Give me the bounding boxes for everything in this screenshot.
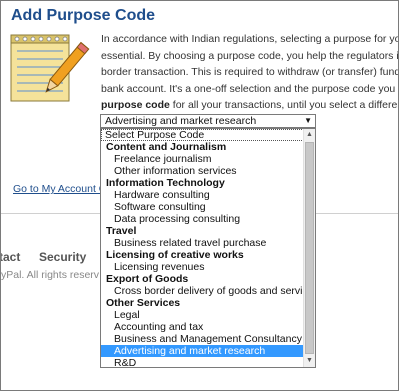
description-rest: for all your transactions, until you sel… xyxy=(172,99,398,111)
option-group-label: Content and Journalism xyxy=(106,141,227,153)
purpose-code-description: In accordance with Indian regulations, s… xyxy=(101,31,399,114)
option-group-label: Information Technology xyxy=(106,177,225,189)
notepad-pencil-icon xyxy=(10,34,90,102)
chevron-down-icon[interactable]: ▼ xyxy=(304,355,315,367)
option-item[interactable]: Advertising and market research xyxy=(101,345,304,357)
dropdown-arrow-icon[interactable]: ▼ xyxy=(304,115,312,127)
option-item[interactable]: Hardware consulting xyxy=(101,189,304,201)
option-item[interactable]: Software consulting xyxy=(101,201,304,213)
description-bold: purpose code xyxy=(101,99,170,111)
option-item[interactable]: Business and Management Consultancy xyxy=(101,333,304,345)
dropdown-scrollbar[interactable]: ▲ ▼ xyxy=(303,129,315,367)
option-group-label: Other Services xyxy=(106,297,181,309)
option-item[interactable]: Business related travel purchase xyxy=(101,237,304,249)
purpose-code-dropdown-list[interactable]: Select Purpose Code Content and Journalis… xyxy=(100,128,316,368)
options-container: Select Purpose Code Content and Journalis… xyxy=(101,129,315,367)
option-group-label: Travel xyxy=(106,225,137,237)
description-line: bank account. It's a one-off selection a… xyxy=(101,82,398,95)
go-to-my-account-link[interactable]: Go to My Account Ov xyxy=(13,183,101,195)
option-placeholder[interactable]: Select Purpose Code xyxy=(101,129,304,141)
option-item[interactable]: Accounting and tax xyxy=(101,321,304,333)
purpose-code-window: Go to My Account Ov tact Security yPal. … xyxy=(0,0,399,391)
dialog-title: Add Purpose Code xyxy=(11,7,156,24)
option-item[interactable]: Freelance journalism xyxy=(101,153,304,165)
option-group-label: Export of Goods xyxy=(106,273,189,285)
scrollbar-thumb[interactable] xyxy=(305,142,314,354)
copyright-text: yPal. All rights reserv xyxy=(1,269,100,281)
chevron-up-icon[interactable]: ▲ xyxy=(304,129,315,141)
description-line: purpose code for all your transactions, … xyxy=(101,97,398,114)
option-group-label: Licensing of creative works xyxy=(106,249,244,261)
option-item[interactable]: Legal xyxy=(101,309,304,321)
option-item[interactable]: Licensing revenues xyxy=(101,261,304,273)
option-item[interactable]: Cross border delivery of goods and servi… xyxy=(101,285,315,297)
select-value: Advertising and market research xyxy=(105,115,257,127)
option-item[interactable]: Other information services xyxy=(101,165,304,177)
footer-contact-link[interactable]: tact xyxy=(1,250,20,264)
description-line: border transaction. This is required to … xyxy=(101,66,399,78)
footer-security-link[interactable]: Security xyxy=(39,250,86,264)
purpose-code-select[interactable]: Advertising and market research ▼ xyxy=(100,114,316,128)
description-line: essential. By choosing a purpose code, y… xyxy=(101,49,399,62)
option-item[interactable]: Data processing consulting xyxy=(101,213,304,225)
option-item[interactable]: R&D xyxy=(101,357,304,367)
description-line: In accordance with Indian regulations, s… xyxy=(101,33,399,45)
